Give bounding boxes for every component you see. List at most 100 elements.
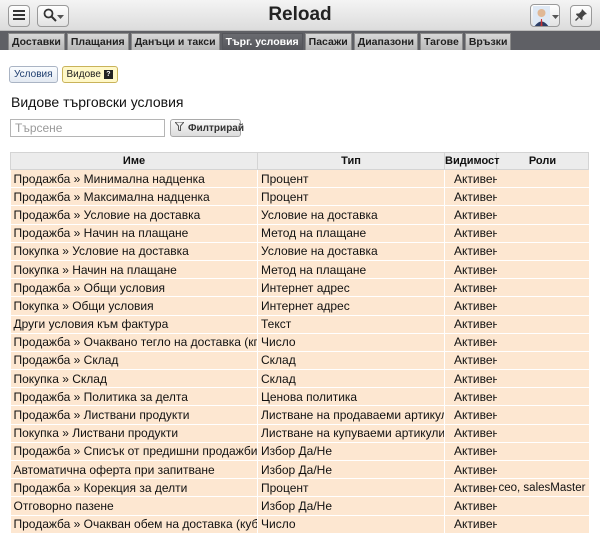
tab-taxes-fees[interactable]: Данъци и такси bbox=[130, 33, 220, 50]
cell-type: Условие на доставка bbox=[257, 242, 445, 261]
top-header: Reload bbox=[0, 0, 600, 31]
table-row[interactable]: Продажба » Корекция за делти Процент Актив… bbox=[10, 478, 589, 498]
cell-visibility: Активен bbox=[444, 187, 497, 207]
cell-visibility: Активен bbox=[444, 424, 497, 443]
cell-visibility: Активен bbox=[444, 351, 497, 371]
cell-name[interactable]: Отговорно пазене bbox=[10, 496, 258, 516]
tab-trade-conditions[interactable]: Търг. условия bbox=[221, 33, 303, 50]
tab-ranges[interactable]: Диапазони bbox=[353, 33, 419, 50]
cell-visibility: Активен bbox=[444, 387, 497, 407]
cell-name[interactable]: Продажба » Очакван обем на доставка (куб… bbox=[10, 515, 258, 534]
table-row[interactable]: Отговорно пазене Избор Да/Не Активен bbox=[10, 496, 589, 516]
table-row[interactable]: Продажба » Склад Склад Активен bbox=[10, 351, 589, 371]
table-row[interactable]: Покупка » Листвани продукти Листване на к… bbox=[10, 424, 589, 443]
app-title: Reload bbox=[268, 4, 332, 25]
subtab-conditions[interactable]: Условия bbox=[9, 66, 58, 83]
table-row[interactable]: Продажба » Максимална надценка Процент Акт… bbox=[10, 187, 589, 207]
table-row[interactable]: Други условия към фактура Текст Активен bbox=[10, 315, 589, 334]
cell-type: Интернет адрес bbox=[257, 296, 445, 316]
table-row[interactable]: Продажба » Очаквано тегло на доставка (к… bbox=[10, 333, 589, 352]
cell-type: Избор Да/Не bbox=[257, 496, 445, 516]
tab-passages[interactable]: Пасажи bbox=[304, 33, 352, 50]
funnel-icon bbox=[173, 121, 186, 134]
cell-visibility: Активен bbox=[444, 296, 497, 316]
table-row[interactable]: Покупка » Общи условия Интернет адрес Акти… bbox=[10, 296, 589, 316]
cell-type: Склад bbox=[257, 351, 445, 371]
cell-visibility: Активен bbox=[444, 315, 497, 334]
cell-name[interactable]: Продажба » Общи условия bbox=[10, 278, 258, 298]
tab-payments[interactable]: Плащания bbox=[66, 33, 129, 50]
pin-icon bbox=[575, 8, 587, 24]
table-row[interactable]: Продажба » Общи условия Интернет адрес Акт… bbox=[10, 278, 589, 298]
cell-name[interactable]: Продажба » Очаквано тегло на доставка (к… bbox=[10, 333, 258, 352]
column-header-visibility[interactable]: Видимост bbox=[444, 152, 500, 170]
user-avatar-button[interactable] bbox=[530, 4, 560, 27]
table-row[interactable]: Покупка » Склад Склад Активен bbox=[10, 369, 589, 389]
cell-name[interactable]: Продажба » Склад bbox=[10, 351, 258, 371]
table-row[interactable]: Покупка » Условие на доставка Условие на … bbox=[10, 242, 589, 261]
cell-roles bbox=[496, 496, 589, 516]
cell-type: Листване на продаваеми артикули bbox=[257, 405, 445, 425]
cell-roles bbox=[496, 442, 589, 462]
cell-name[interactable]: Продажба » Минимална надценка bbox=[10, 169, 258, 189]
tab-tags[interactable]: Тагове bbox=[420, 33, 463, 50]
tab-deliveries[interactable]: Доставки bbox=[8, 33, 65, 50]
table-row[interactable]: Продажба » Списък от предишни продажби Из… bbox=[10, 442, 589, 462]
table-row[interactable]: Продажба » Очакван обем на доставка (куб… bbox=[10, 515, 589, 534]
cell-type: Склад bbox=[257, 369, 445, 389]
cell-roles bbox=[496, 405, 589, 425]
table-row[interactable]: Покупка » Начин на плащане Метод на плаща… bbox=[10, 260, 589, 280]
tab-links[interactable]: Връзки bbox=[464, 33, 512, 50]
cell-name[interactable]: Продажба » Листвани продукти bbox=[10, 405, 258, 425]
cell-roles bbox=[496, 169, 589, 189]
cell-name[interactable]: Други условия към фактура bbox=[10, 315, 258, 334]
cell-type: Число bbox=[257, 333, 445, 352]
cell-visibility: Активен bbox=[444, 460, 497, 480]
cell-type: Избор Да/Не bbox=[257, 442, 445, 462]
cell-name[interactable]: Покупка » Условие на доставка bbox=[10, 242, 258, 261]
filter-button-label: Филтрирай bbox=[188, 122, 245, 134]
cell-name[interactable]: Автоматична оферта при запитване bbox=[10, 460, 258, 480]
table-body: Продажба » Минимална надценка Процент Акти… bbox=[10, 169, 589, 534]
cell-visibility: Активен bbox=[444, 205, 497, 225]
cell-name[interactable]: Продажба » Списък от предишни продажби bbox=[10, 442, 258, 462]
subtab-conditions-label: Условия bbox=[14, 69, 53, 80]
cell-name[interactable]: Покупка » Общи условия bbox=[10, 296, 258, 316]
cell-visibility: Активен bbox=[444, 333, 497, 352]
cell-type: Листване на купуваеми артикули bbox=[257, 424, 445, 443]
table-row[interactable]: Продажба » Политика за делта Ценова полит… bbox=[10, 387, 589, 407]
cell-name[interactable]: Продажба » Политика за делта bbox=[10, 387, 258, 407]
cell-roles bbox=[496, 296, 589, 316]
table-row[interactable]: Автоматична оферта при запитване Избор Да… bbox=[10, 460, 589, 480]
cell-type: Процент bbox=[257, 478, 445, 498]
cell-roles bbox=[496, 315, 589, 334]
cell-type: Процент bbox=[257, 169, 445, 189]
cell-name[interactable]: Покупка » Листвани продукти bbox=[10, 424, 258, 443]
help-icon[interactable]: ? bbox=[103, 70, 113, 79]
cell-visibility: Активен bbox=[444, 405, 497, 425]
filter-button[interactable]: Филтрирай bbox=[170, 119, 245, 137]
table-header-row: Име Тип Видимост Роли bbox=[10, 152, 589, 170]
table-row[interactable]: Продажба » Условие на доставка Условие на… bbox=[10, 205, 589, 225]
search-input[interactable] bbox=[10, 119, 165, 137]
subtab-types-label: Видове bbox=[66, 69, 101, 80]
cell-visibility: Активен bbox=[444, 369, 497, 389]
subtab-types[interactable]: Видове ? bbox=[61, 66, 118, 83]
cell-name[interactable]: Продажба » Максимална надценка bbox=[10, 187, 258, 207]
table-row[interactable]: Продажба » Минимална надценка Процент Акти… bbox=[10, 169, 589, 189]
column-header-roles[interactable]: Роли bbox=[496, 152, 589, 170]
cell-roles bbox=[496, 187, 589, 207]
table-row[interactable]: Продажба » Листвани продукти Листване на … bbox=[10, 405, 589, 425]
cell-roles bbox=[496, 333, 589, 352]
column-header-name[interactable]: Име bbox=[10, 152, 258, 170]
pin-button[interactable] bbox=[570, 5, 592, 27]
cell-name[interactable]: Продажба » Начин на плащане bbox=[10, 224, 258, 243]
column-header-type[interactable]: Тип bbox=[257, 152, 445, 170]
cell-name[interactable]: Покупка » Склад bbox=[10, 369, 258, 389]
table-row[interactable]: Продажба » Начин на плащане Метод на плащ… bbox=[10, 224, 589, 243]
cell-name[interactable]: Продажба » Корекция за делти bbox=[10, 478, 258, 498]
cell-name[interactable]: Покупка » Начин на плащане bbox=[10, 260, 258, 280]
cell-roles bbox=[496, 205, 589, 225]
main-tabs: Доставки Плащания Данъци и такси Търг. у… bbox=[0, 31, 600, 50]
cell-name[interactable]: Продажба » Условие на доставка bbox=[10, 205, 258, 225]
